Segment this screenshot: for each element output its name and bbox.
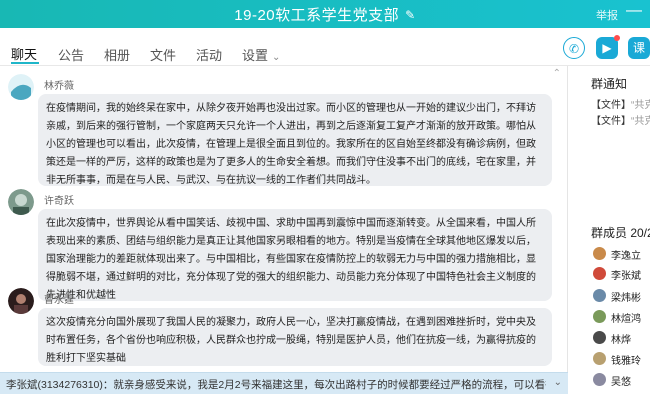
tab-chat[interactable]: 聊天	[11, 44, 37, 63]
window-title: 19-20软工系学生党支部 ✎	[0, 4, 650, 25]
phone-icon: ✆	[568, 42, 580, 56]
notice-item[interactable]: 【文件】“共克	[591, 112, 650, 127]
sender-name[interactable]: 曹永霆	[44, 291, 74, 306]
avatar	[593, 331, 606, 344]
phone-button[interactable]: ✆	[563, 37, 585, 59]
video-icon: ▶	[602, 41, 612, 55]
notice-tag: 【文件】	[591, 116, 631, 127]
new-message-bar[interactable]: 李张斌(3134276310)：就亲身感受来说，我是2月2号来福建这里，每次出路…	[0, 372, 568, 394]
member-name: 梁炜彬	[611, 293, 641, 304]
sender-name[interactable]: 林乔薇	[44, 77, 74, 92]
tab-notice[interactable]: 公告	[58, 45, 84, 64]
avatar	[593, 267, 606, 280]
tab-album[interactable]: 相册	[104, 45, 130, 64]
title-bar: 19-20软工系学生党支部 ✎ 举报 —	[0, 0, 650, 28]
scroll-up-icon[interactable]: ⌃	[553, 68, 561, 79]
message-bubble: 这次疫情充分向国外展现了我国人民的凝聚力，政府人民一心，坚决打赢疫情战，在遇到困…	[38, 308, 552, 366]
new-message-preview[interactable]: 李张斌(3134276310)：就亲身感受来说，我是2月2号来福建这里，每次出路…	[6, 377, 546, 392]
video-button[interactable]: ▶	[596, 35, 620, 59]
members-header[interactable]: 群成员 20/2	[591, 224, 650, 241]
member-name: 吴悠	[611, 377, 631, 388]
notification-dot	[614, 35, 620, 41]
member-name: 林煊鸿	[611, 314, 641, 325]
member-item[interactable]: 梁炜彬	[593, 288, 650, 304]
tab-files[interactable]: 文件	[150, 45, 176, 64]
chat-area[interactable]: ⌃ 林乔薇 在疫情期间，我的始终呆在家中，从除夕夜开始再也没出过家。而小区的管理…	[0, 66, 568, 372]
chevron-down-icon[interactable]: ⌄	[554, 377, 562, 388]
notice-item[interactable]: 【文件】“共克	[591, 96, 650, 111]
class-icon: 课	[632, 41, 645, 55]
chevron-down-icon: ⌄	[272, 52, 281, 63]
notice-text: “共克	[631, 100, 650, 111]
member-item[interactable]: 李张斌	[593, 266, 650, 282]
member-name: 林烨	[611, 335, 631, 346]
avatar[interactable]	[8, 288, 34, 314]
message-bubble: 在疫情期间，我的始终呆在家中，从除夕夜开始再也没出过家。而小区的管理也从一开始的…	[38, 94, 552, 186]
group-notice-header[interactable]: 群通知	[591, 75, 627, 92]
tab-settings-label: 设置	[242, 48, 269, 63]
edit-icon[interactable]: ✎	[405, 8, 416, 22]
class-button[interactable]: 课	[628, 37, 650, 59]
member-item[interactable]: 吴悠	[593, 372, 650, 388]
avatar	[593, 373, 606, 386]
sender-name[interactable]: 许奇跃	[44, 192, 74, 207]
group-name: 19-20软工系学生党支部	[234, 7, 400, 24]
avatar[interactable]	[8, 189, 34, 215]
notice-tag: 【文件】	[591, 100, 631, 111]
member-name: 钱雅玲	[611, 356, 641, 367]
active-tab-indicator	[11, 62, 39, 64]
notice-text: “共克	[631, 116, 650, 127]
avatar	[593, 289, 606, 302]
tab-activity[interactable]: 活动	[196, 45, 222, 64]
message-bubble: 在此次疫情中，世界舆论从看中国笑话、歧视中国、求助中国再到震惊中国而逐渐转变。从…	[38, 209, 552, 301]
tab-settings[interactable]: 设置 ⌄	[242, 45, 280, 64]
avatar	[593, 247, 606, 260]
avatar	[593, 352, 606, 365]
avatar	[593, 310, 606, 323]
member-item[interactable]: 李逸立	[593, 246, 650, 262]
member-item[interactable]: 钱雅玲	[593, 351, 650, 367]
member-item[interactable]: 林煊鸿	[593, 309, 650, 325]
member-name: 李张斌	[611, 271, 641, 282]
minimize-icon[interactable]: —	[626, 2, 642, 20]
avatar[interactable]	[8, 74, 34, 100]
tab-bar	[0, 28, 650, 66]
member-name: 李逸立	[611, 251, 641, 262]
side-panel: 群通知 【文件】“共克 【文件】“共克 群成员 20/2 李逸立 李张斌 梁炜彬…	[569, 66, 650, 394]
member-item[interactable]: 林烨	[593, 330, 650, 346]
report-link[interactable]: 举报	[596, 7, 618, 23]
